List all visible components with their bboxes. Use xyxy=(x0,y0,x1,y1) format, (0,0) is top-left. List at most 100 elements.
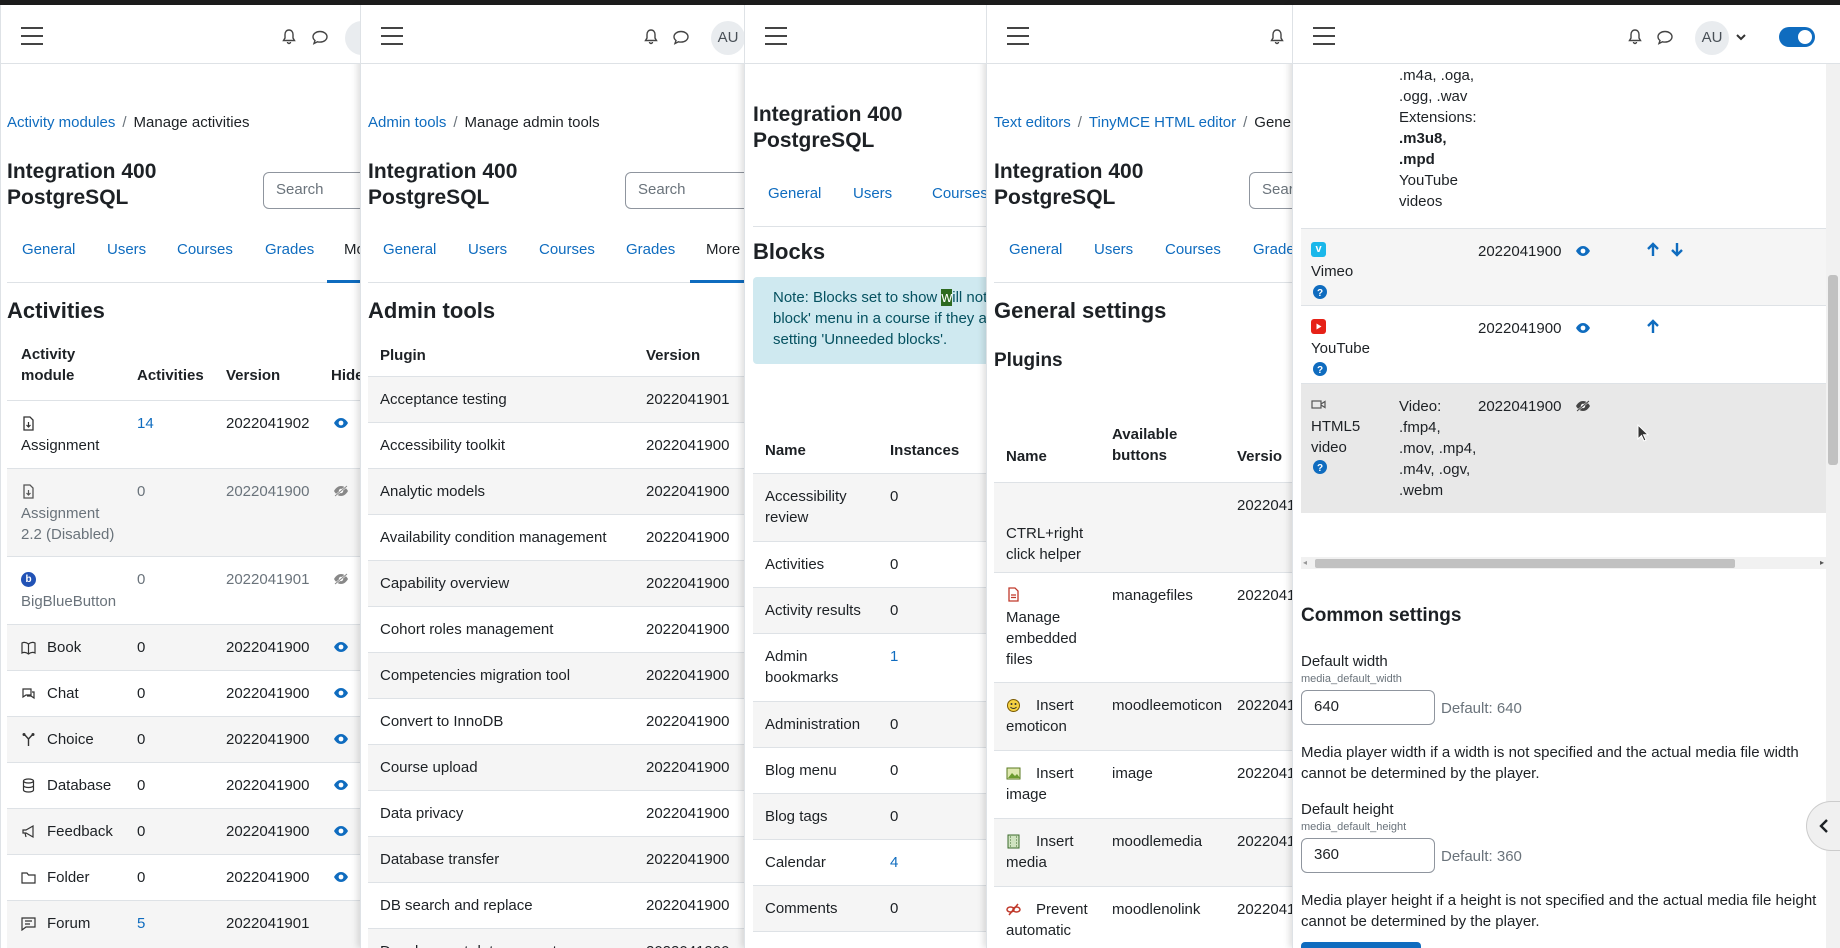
version: 2022041900 xyxy=(226,777,310,794)
col-hide[interactable]: Hide xyxy=(331,365,360,386)
bell-icon[interactable] xyxy=(643,29,659,45)
tab-grades[interactable]: Grades xyxy=(265,241,314,258)
col-activity-module[interactable]: Activity module xyxy=(21,344,75,386)
tab-grades[interactable]: Grade xyxy=(1253,241,1292,258)
tab-users[interactable]: Users xyxy=(107,241,146,258)
tab-more[interactable]: More xyxy=(706,241,740,258)
eye-icon[interactable] xyxy=(333,417,349,429)
arrow-up-icon[interactable] xyxy=(1647,319,1659,334)
menu-icon[interactable] xyxy=(1007,27,1029,45)
instances-count[interactable]: 1 xyxy=(890,646,898,667)
instances-count[interactable]: 4 xyxy=(890,852,898,873)
tab-users[interactable]: Users xyxy=(853,185,892,202)
table-row: Folder 0 2022041900 xyxy=(7,854,360,900)
col-name: Name xyxy=(1006,448,1047,465)
bell-icon[interactable] xyxy=(1269,29,1285,45)
tab-courses[interactable]: Courses xyxy=(1165,241,1221,258)
table-row: Assignment 2.2 (Disabled) 0 2022041900 xyxy=(7,468,360,556)
version: 2022041900 xyxy=(226,639,310,656)
block-name: Accessibility review xyxy=(765,488,847,526)
breadcrumb-current: Manage activities xyxy=(133,114,250,131)
breadcrumb-link[interactable]: Text editors xyxy=(994,114,1071,131)
avatar[interactable]: AU xyxy=(1695,21,1729,55)
default-height-input[interactable]: 360 xyxy=(1301,838,1435,873)
arrow-down-icon[interactable] xyxy=(1671,242,1683,257)
eye-icon[interactable] xyxy=(1575,322,1591,334)
scrollbar-thumb[interactable] xyxy=(1315,559,1735,568)
chat-icon[interactable] xyxy=(1656,30,1674,45)
breadcrumb-link[interactable]: Activity modules xyxy=(7,114,115,131)
eye-icon[interactable] xyxy=(333,733,349,745)
eye-slash-icon[interactable] xyxy=(333,573,349,585)
menu-icon[interactable] xyxy=(21,27,43,45)
section-heading: General settings xyxy=(994,298,1167,323)
secondary-nav: General Users Courses Grades More xyxy=(368,237,744,283)
bell-icon[interactable] xyxy=(1627,29,1643,45)
save-changes-button[interactable] xyxy=(1301,942,1421,948)
default-height-description: Media player height if a height is not s… xyxy=(1301,892,1817,930)
eye-slash-icon[interactable] xyxy=(1575,400,1591,412)
chevron-down-icon[interactable] xyxy=(1736,34,1746,42)
breadcrumb-link[interactable]: Admin tools xyxy=(368,114,446,131)
horizontal-scrollbar[interactable]: ◂ ▸ xyxy=(1301,557,1826,569)
tab-users[interactable]: Users xyxy=(468,241,507,258)
eye-slash-icon[interactable] xyxy=(333,485,349,497)
tab-general[interactable]: General xyxy=(383,241,436,258)
menu-icon[interactable] xyxy=(381,27,403,45)
edit-mode-toggle[interactable] xyxy=(1779,27,1815,47)
help-icon[interactable]: ? xyxy=(1313,460,1327,474)
tab-courses[interactable]: Courses xyxy=(177,241,233,258)
tab-courses[interactable]: Courses xyxy=(539,241,595,258)
eye-icon[interactable] xyxy=(333,825,349,837)
scroll-right-icon[interactable]: ▸ xyxy=(1820,558,1824,567)
version: 2022041901 xyxy=(646,391,730,408)
tab-general[interactable]: General xyxy=(22,241,75,258)
tab-general[interactable]: General xyxy=(1009,241,1062,258)
menu-icon[interactable] xyxy=(765,27,787,45)
panel-manage-admin-tools: AU Admin tools / Manage admin tools Integr… xyxy=(360,5,744,948)
plugin-name: Analytic models xyxy=(380,483,486,500)
eye-icon[interactable] xyxy=(333,871,349,883)
scrollbar-thumb[interactable] xyxy=(1828,275,1838,465)
eye-icon[interactable] xyxy=(333,779,349,791)
svg-text:?: ? xyxy=(1317,365,1323,376)
eye-icon[interactable] xyxy=(333,641,349,653)
col-activities[interactable]: Activities xyxy=(137,365,204,386)
plugin-name: Prevent automatic xyxy=(1006,901,1088,939)
tab-general[interactable]: General xyxy=(768,185,821,202)
search-input[interactable]: Search xyxy=(625,172,744,209)
avatar[interactable]: AU xyxy=(711,21,744,55)
tab-courses[interactable]: Courses xyxy=(932,185,986,202)
instances-count: 0 xyxy=(890,808,899,825)
bell-icon[interactable] xyxy=(281,29,297,45)
chat-icon[interactable] xyxy=(672,30,690,45)
help-icon[interactable]: ? xyxy=(1313,285,1327,299)
eye-icon[interactable] xyxy=(1575,245,1591,257)
search-input[interactable]: Sear xyxy=(1249,172,1292,209)
vimeo-icon: v xyxy=(1311,242,1326,257)
version: 2022041900 xyxy=(646,897,730,914)
database-icon xyxy=(22,778,35,793)
eye-icon[interactable] xyxy=(333,687,349,699)
chat-icon[interactable] xyxy=(311,30,329,45)
menu-icon[interactable] xyxy=(1313,27,1335,45)
tab-more[interactable]: Mo xyxy=(344,241,360,258)
table-row: DB search and replace 2022041900 xyxy=(368,882,744,928)
tab-grades[interactable]: Grades xyxy=(626,241,675,258)
table-row: Accessibility toolkit 2022041900 xyxy=(368,422,744,468)
help-icon[interactable]: ? xyxy=(1313,362,1327,376)
scroll-left-icon[interactable]: ◂ xyxy=(1303,558,1307,567)
page-title: Integration 400 PostgreSQL xyxy=(7,160,157,209)
activity-count-link[interactable]: 14 xyxy=(137,413,154,434)
tab-users[interactable]: Users xyxy=(1094,241,1133,258)
version: 2022041900 xyxy=(1478,398,1562,415)
activity-count-link[interactable]: 5 xyxy=(137,913,145,934)
col-available-buttons: Available buttons xyxy=(1112,426,1178,464)
search-input[interactable]: Search xyxy=(263,172,360,209)
default-width-input[interactable]: 640 xyxy=(1301,690,1435,725)
breadcrumb-link[interactable]: TinyMCE HTML editor xyxy=(1089,114,1236,131)
version: 2022041900 xyxy=(646,851,730,868)
avatar[interactable] xyxy=(345,21,360,55)
col-version[interactable]: Version xyxy=(226,365,280,386)
arrow-up-icon[interactable] xyxy=(1647,242,1659,257)
